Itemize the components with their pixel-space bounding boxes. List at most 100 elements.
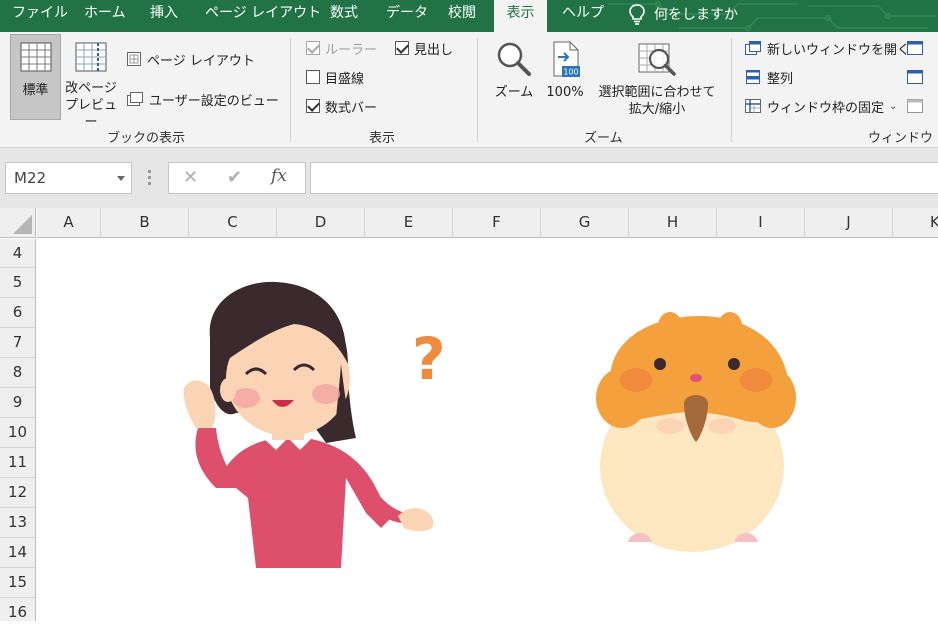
chevron-down-icon: ⌄ — [889, 100, 898, 112]
zoom-button[interactable]: ズーム — [489, 34, 539, 101]
worksheet-grid[interactable] — [37, 239, 938, 621]
new-window-icon — [745, 41, 761, 55]
row-header[interactable]: 13 — [0, 508, 36, 538]
zoom-to-selection-button[interactable]: 選択範囲に合わせて 拡大/縮小 — [592, 34, 722, 118]
column-header[interactable]: C — [189, 208, 277, 238]
column-header[interactable]: D — [277, 208, 365, 238]
show-group-label: 表示 — [369, 131, 396, 146]
arrange-all-button[interactable]: 整列 — [744, 66, 793, 88]
svg-text:100: 100 — [563, 68, 578, 77]
new-window-label: 新しいウィンドウを開く — [767, 42, 911, 58]
formula-bar-resize-handle[interactable] — [148, 170, 151, 186]
freeze-panes-icon — [745, 99, 761, 113]
row-header[interactable]: 16 — [0, 598, 36, 621]
chevron-down-icon[interactable] — [117, 176, 125, 181]
row-header[interactable]: 15 — [0, 568, 36, 598]
ruler-checkbox[interactable]: ルーラー — [306, 37, 377, 59]
headings-check-box[interactable] — [395, 41, 409, 55]
tell-me-box[interactable]: 何をしますか — [628, 0, 738, 28]
formula-bar-check-box[interactable] — [306, 99, 320, 113]
normal-view-label: 標準 — [22, 83, 49, 98]
tab-page-layout[interactable]: ページ レイアウト — [205, 0, 321, 32]
row-header[interactable]: 4 — [0, 239, 36, 268]
window-group-label: ウィンドウ — [868, 131, 934, 146]
row-header[interactable]: 6 — [0, 298, 36, 328]
row-header[interactable]: 12 — [0, 478, 36, 508]
custom-views-icon — [127, 92, 143, 106]
enter-icon[interactable]: ✔ — [227, 167, 242, 188]
select-all-corner[interactable] — [0, 208, 36, 238]
tell-me-text: 何をしますか — [654, 7, 738, 23]
lightbulb-icon — [629, 4, 645, 25]
gridlines-check-box[interactable] — [306, 70, 320, 84]
tab-insert[interactable]: 挿入 — [150, 0, 178, 32]
normal-view-button[interactable]: 標準 — [10, 34, 61, 120]
zoom-selection-label-2: 拡大/縮小 — [628, 102, 686, 117]
tab-home[interactable]: ホーム — [84, 0, 126, 32]
woman-listening-illustration[interactable] — [176, 278, 442, 574]
column-header[interactable]: B — [101, 208, 189, 238]
tab-file[interactable]: ファイル — [12, 0, 68, 32]
column-header[interactable]: J — [805, 208, 893, 238]
name-box-value: M22 — [14, 169, 47, 187]
column-header[interactable]: F — [453, 208, 541, 238]
arrange-all-icon — [746, 70, 760, 84]
zoom-selection-label-1: 選択範囲に合わせて — [598, 85, 716, 100]
page-layout-label: ページ レイアウト — [147, 53, 255, 69]
freeze-panes-label: ウィンドウ枠の固定 — [767, 100, 885, 116]
new-window-button[interactable]: 新しいウィンドウを開く — [744, 37, 910, 59]
zoom-to-selection-icon — [638, 43, 676, 76]
zoom-100-button[interactable]: 100 100% — [541, 34, 589, 101]
ribbon-view: 標準 改ページ プレビュー ページ レイアウト ユーザー設定のビュー ブックの表… — [0, 32, 938, 148]
freeze-panes-button[interactable]: ウィンドウ枠の固定 ⌄ — [744, 95, 897, 117]
page-break-preview-button[interactable]: 改ページ プレビュー — [62, 34, 120, 131]
cancel-icon[interactable]: ✕ — [183, 167, 198, 188]
hide-window-icon[interactable] — [906, 69, 924, 85]
row-header[interactable]: 14 — [0, 538, 36, 568]
tab-view[interactable]: 表示 — [494, 0, 547, 32]
row-header[interactable]: 11 — [0, 448, 36, 478]
split-icon[interactable] — [906, 40, 924, 56]
zoom-100-icon: 100 — [553, 41, 580, 77]
row-header[interactable]: 10 — [0, 418, 36, 448]
tab-formulas[interactable]: 数式 — [330, 0, 358, 32]
custom-views-label: ユーザー設定のビュー — [149, 93, 279, 109]
name-box[interactable]: M22 — [5, 162, 132, 194]
group-separator — [731, 38, 732, 142]
page-break-preview-icon — [75, 42, 107, 72]
hamster-illustration[interactable] — [592, 308, 802, 558]
headings-label: 見出し — [414, 42, 454, 58]
unhide-window-icon[interactable] — [906, 98, 924, 114]
column-header[interactable]: H — [629, 208, 717, 238]
column-header[interactable]: G — [541, 208, 629, 238]
gridlines-label: 目盛線 — [325, 71, 365, 87]
headings-checkbox[interactable]: 見出し — [395, 37, 453, 59]
page-layout-view-button[interactable]: ページ レイアウト — [126, 48, 255, 70]
formula-bar: M22 ✕ ✔ fx — [0, 148, 938, 208]
normal-view-icon — [20, 42, 51, 72]
question-mark-illustration: ? — [412, 325, 446, 393]
zoom-group-label: ズーム — [584, 131, 623, 146]
row-header[interactable]: 8 — [0, 358, 36, 388]
workbook-views-group-label: ブックの表示 — [107, 131, 186, 146]
ruler-label: ルーラー — [325, 42, 378, 58]
column-header[interactable]: K — [893, 208, 938, 238]
page-break-preview-label-2: プレビュー — [64, 98, 117, 130]
tab-data[interactable]: データ — [386, 0, 428, 32]
arrange-all-label: 整列 — [767, 71, 794, 87]
formula-input[interactable] — [310, 162, 938, 194]
gridlines-checkbox[interactable]: 目盛線 — [306, 66, 364, 88]
custom-views-button[interactable]: ユーザー設定のビュー — [126, 88, 279, 110]
formula-bar-checkbox[interactable]: 数式バー — [306, 95, 377, 117]
row-header[interactable]: 5 — [0, 268, 36, 298]
row-header[interactable]: 9 — [0, 388, 36, 418]
tab-help[interactable]: ヘルプ — [562, 0, 604, 32]
row-header[interactable]: 7 — [0, 328, 36, 358]
column-header[interactable]: A — [37, 208, 101, 238]
column-header[interactable]: I — [717, 208, 805, 238]
insert-function-icon[interactable]: fx — [271, 166, 287, 186]
tab-review[interactable]: 校閲 — [448, 0, 476, 32]
ruler-check-box[interactable] — [306, 41, 320, 55]
zoom-100-label: 100% — [546, 85, 584, 100]
column-header[interactable]: E — [365, 208, 453, 238]
